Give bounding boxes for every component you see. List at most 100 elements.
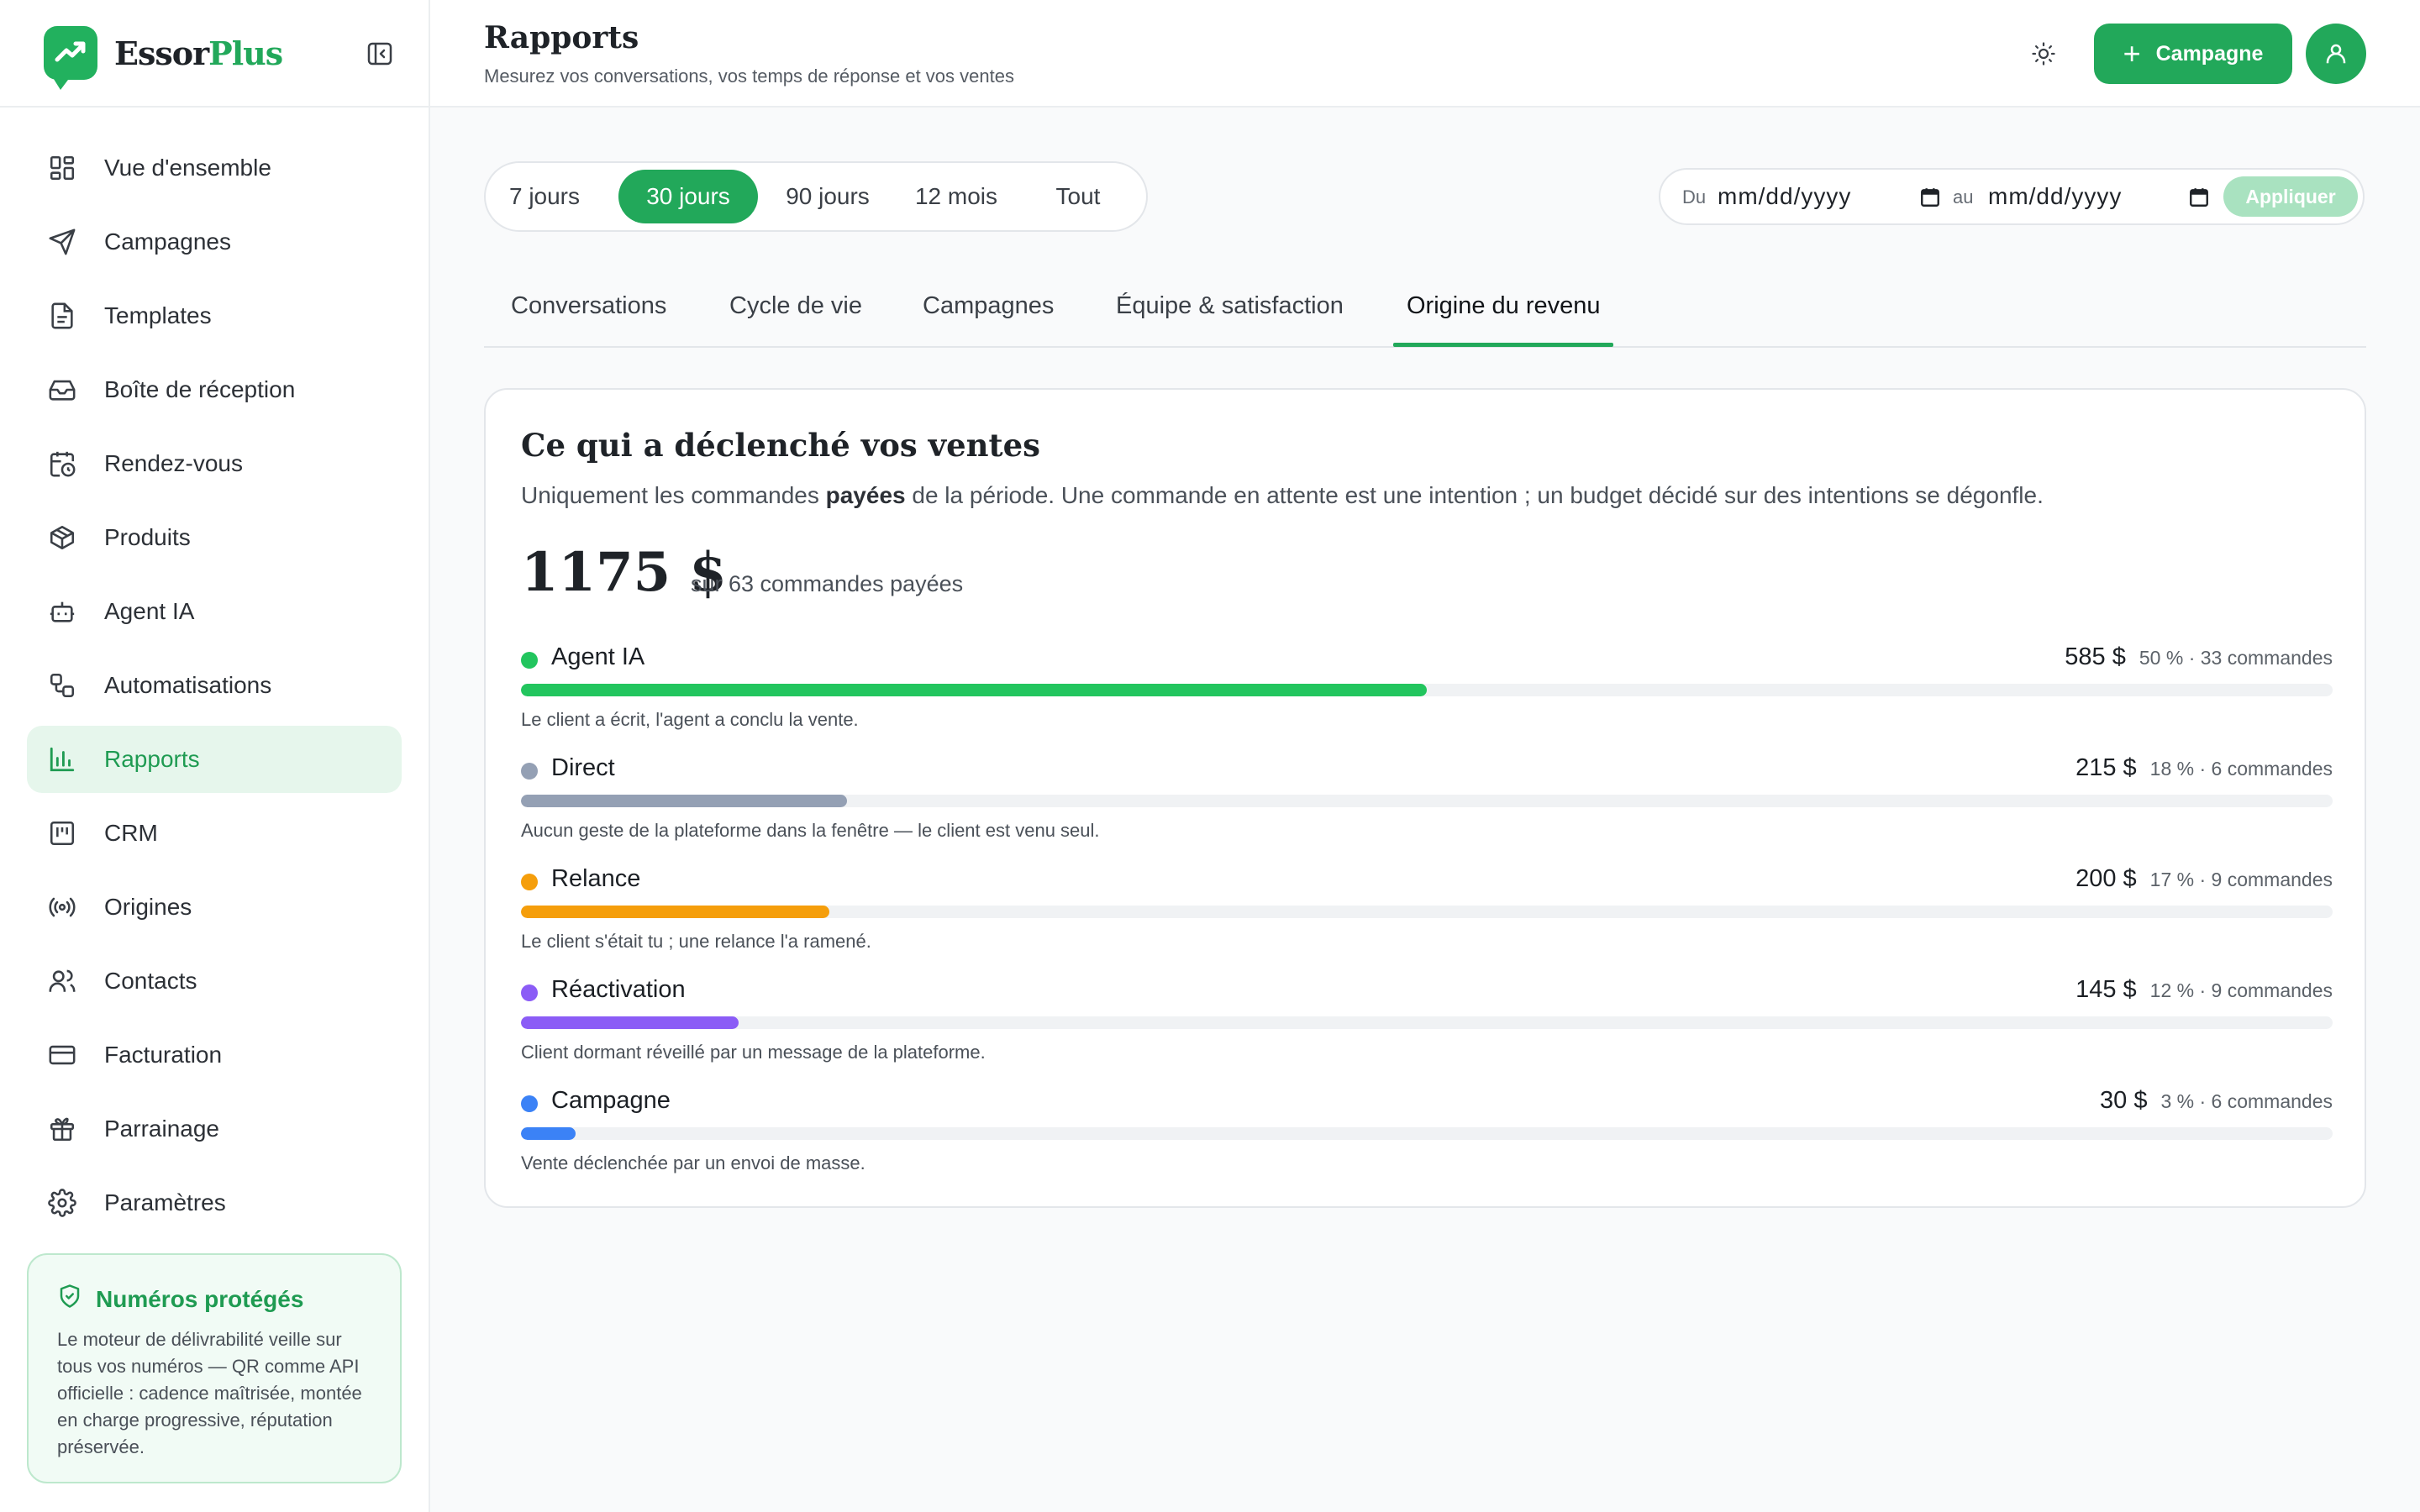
- tab-campaigns[interactable]: Campagnes: [923, 292, 1054, 320]
- source-name: Direct: [551, 754, 615, 781]
- sidebar-item-label: Boîte de réception: [104, 376, 296, 402]
- user-avatar-icon[interactable]: [2306, 24, 2366, 84]
- new-campaign-button[interactable]: + Campagne: [2094, 24, 2292, 84]
- range-label: 30 jours: [646, 183, 730, 209]
- top-header: Rapports Mesurez vos conversations, vos …: [430, 0, 2420, 108]
- users-icon: [47, 966, 77, 996]
- shield-check-icon: [57, 1284, 82, 1315]
- theme-toggle-sun-icon[interactable]: [2027, 37, 2060, 71]
- sidebar-item-label: Paramètres: [104, 1189, 226, 1215]
- source-bar-track: [521, 1127, 2333, 1140]
- brand: EssorPlus: [0, 0, 429, 108]
- sidebar-item-label: Rapports: [104, 746, 200, 772]
- calendar-icon[interactable]: [1919, 186, 1941, 208]
- logo-icon: [44, 26, 97, 90]
- sidebar-item-billing[interactable]: Facturation: [27, 1021, 402, 1089]
- source-meta: 18 % · 6 commandes: [2149, 758, 2333, 780]
- sidebar-item-appointments[interactable]: Rendez-vous: [27, 430, 402, 497]
- custom-date-range: Du mm/dd/yyyy au mm/dd/yyyy Appliquer: [1659, 168, 2365, 225]
- protected-numbers-title: Numéros protégés: [57, 1284, 371, 1315]
- source-stats: 215 $ 18 % · 6 commandes: [2075, 754, 2333, 782]
- source-bar-track: [521, 1016, 2333, 1029]
- source-bar-fill: [521, 795, 848, 807]
- source-bar-track: [521, 684, 2333, 696]
- sidebar-item-crm[interactable]: CRM: [27, 800, 402, 867]
- sidebar-item-label: Templates: [104, 302, 212, 328]
- range-label: 90 jours: [786, 183, 870, 209]
- sidebar-item-products[interactable]: Produits: [27, 504, 402, 571]
- sidebar-item-automations[interactable]: Automatisations: [27, 652, 402, 719]
- tab-conversations[interactable]: Conversations: [511, 292, 666, 320]
- sidebar-collapse-icon[interactable]: [366, 40, 393, 67]
- range-90-days[interactable]: 90 jours: [773, 170, 882, 223]
- grid-icon: [47, 153, 77, 183]
- source-note: Le client a écrit, l'agent a conclu la v…: [521, 709, 859, 730]
- source-bar-track: [521, 906, 2333, 918]
- sidebar-item-label: Automatisations: [104, 672, 272, 698]
- source-meta: 50 % · 33 commandes: [2139, 647, 2333, 669]
- sidebar-item-campaigns[interactable]: Campagnes: [27, 208, 402, 276]
- bot-icon: [47, 596, 77, 627]
- date-to-label: au: [1953, 186, 1974, 207]
- calendar-icon[interactable]: [2188, 186, 2210, 208]
- send-icon: [47, 227, 77, 257]
- legend-dot: [521, 763, 538, 780]
- total-orders-caption: sur 63 commandes payées: [691, 571, 964, 596]
- sidebar-item-label: Parrainage: [104, 1116, 219, 1142]
- sidebar-item-inbox[interactable]: Boîte de réception: [27, 356, 402, 423]
- protected-numbers-card: Numéros protégés Le moteur de délivrabil…: [27, 1253, 402, 1483]
- range-30-days[interactable]: 30 jours: [618, 170, 758, 223]
- source-note: Vente déclenchée par un envoi de masse.: [521, 1152, 865, 1173]
- source-amount: 200 $: [2075, 865, 2137, 892]
- gear-icon: [47, 1188, 77, 1218]
- source-name: Campagne: [551, 1087, 671, 1114]
- revenue-source-row: Direct 215 $ 18 % · 6 commandes Aucun ges…: [521, 753, 2333, 853]
- source-bar-fill: [521, 684, 1427, 696]
- source-amount: 215 $: [2075, 754, 2137, 781]
- date-to-input[interactable]: mm/dd/yyyy: [1988, 183, 2122, 210]
- date-range-presets: 7 jours 30 jours 90 jours 12 mois Tout: [484, 161, 1148, 232]
- range-label: 12 mois: [914, 183, 998, 209]
- card-title: Ce qui a déclenché vos ventes: [521, 427, 1041, 464]
- source-meta: 3 % · 6 commandes: [2160, 1090, 2333, 1112]
- source-stats: 30 $ 3 % · 6 commandes: [2100, 1087, 2333, 1115]
- sidebar-item-origins[interactable]: Origines: [27, 874, 402, 941]
- source-note: Client dormant réveillé par un message d…: [521, 1042, 986, 1063]
- date-from-label: Du: [1682, 186, 1707, 207]
- range-12-months[interactable]: 12 mois: [906, 170, 1007, 223]
- tab-lifecycle[interactable]: Cycle de vie: [729, 292, 862, 320]
- report-tabs: Conversations Cycle de vie Campagnes Équ…: [484, 277, 2366, 348]
- source-bar-fill: [521, 906, 829, 918]
- document-icon: [47, 301, 77, 331]
- bar-chart-icon: [47, 744, 77, 774]
- sidebar-item-contacts[interactable]: Contacts: [27, 948, 402, 1015]
- calendar-clock-icon: [47, 449, 77, 479]
- source-meta: 17 % · 9 commandes: [2149, 869, 2333, 890]
- sidebar-item-settings[interactable]: Paramètres: [27, 1169, 402, 1236]
- page-subtitle: Mesurez vos conversations, vos temps de …: [484, 66, 1014, 87]
- source-bar-fill: [521, 1016, 739, 1029]
- tab-revenue-origin[interactable]: Origine du revenu: [1407, 292, 1601, 320]
- sidebar-item-reports[interactable]: Rapports: [27, 726, 402, 793]
- apply-button[interactable]: Appliquer: [2223, 176, 2358, 217]
- sidebar-item-ai-agent[interactable]: Agent IA: [27, 578, 402, 645]
- source-amount: 30 $: [2100, 1087, 2148, 1114]
- source-bar-fill: [521, 1127, 576, 1140]
- new-campaign-label: Campagne: [2155, 41, 2264, 66]
- sidebar-item-referral[interactable]: Parrainage: [27, 1095, 402, 1163]
- sidebar-item-overview[interactable]: Vue d'ensemble: [27, 134, 402, 202]
- inbox-icon: [47, 375, 77, 405]
- card-description-start: Uniquement les commandes: [521, 482, 826, 508]
- sidebar-item-label: Rendez-vous: [104, 450, 243, 476]
- date-from-input[interactable]: mm/dd/yyyy: [1718, 183, 1851, 210]
- revenue-source-row: Réactivation 145 $ 12 % · 9 commandes Cli…: [521, 974, 2333, 1075]
- card-description-end: de la période. Une commande en attente e…: [905, 482, 2044, 508]
- tab-team-satisfaction[interactable]: Équipe & satisfaction: [1116, 292, 1344, 320]
- range-7-days[interactable]: 7 jours: [502, 170, 587, 223]
- sidebar-item-label: Vue d'ensemble: [104, 155, 271, 181]
- package-icon: [47, 522, 77, 553]
- range-all[interactable]: Tout: [1032, 170, 1124, 223]
- source-amount: 585 $: [2065, 643, 2126, 670]
- legend-dot: [521, 652, 538, 669]
- sidebar-item-templates[interactable]: Templates: [27, 282, 402, 349]
